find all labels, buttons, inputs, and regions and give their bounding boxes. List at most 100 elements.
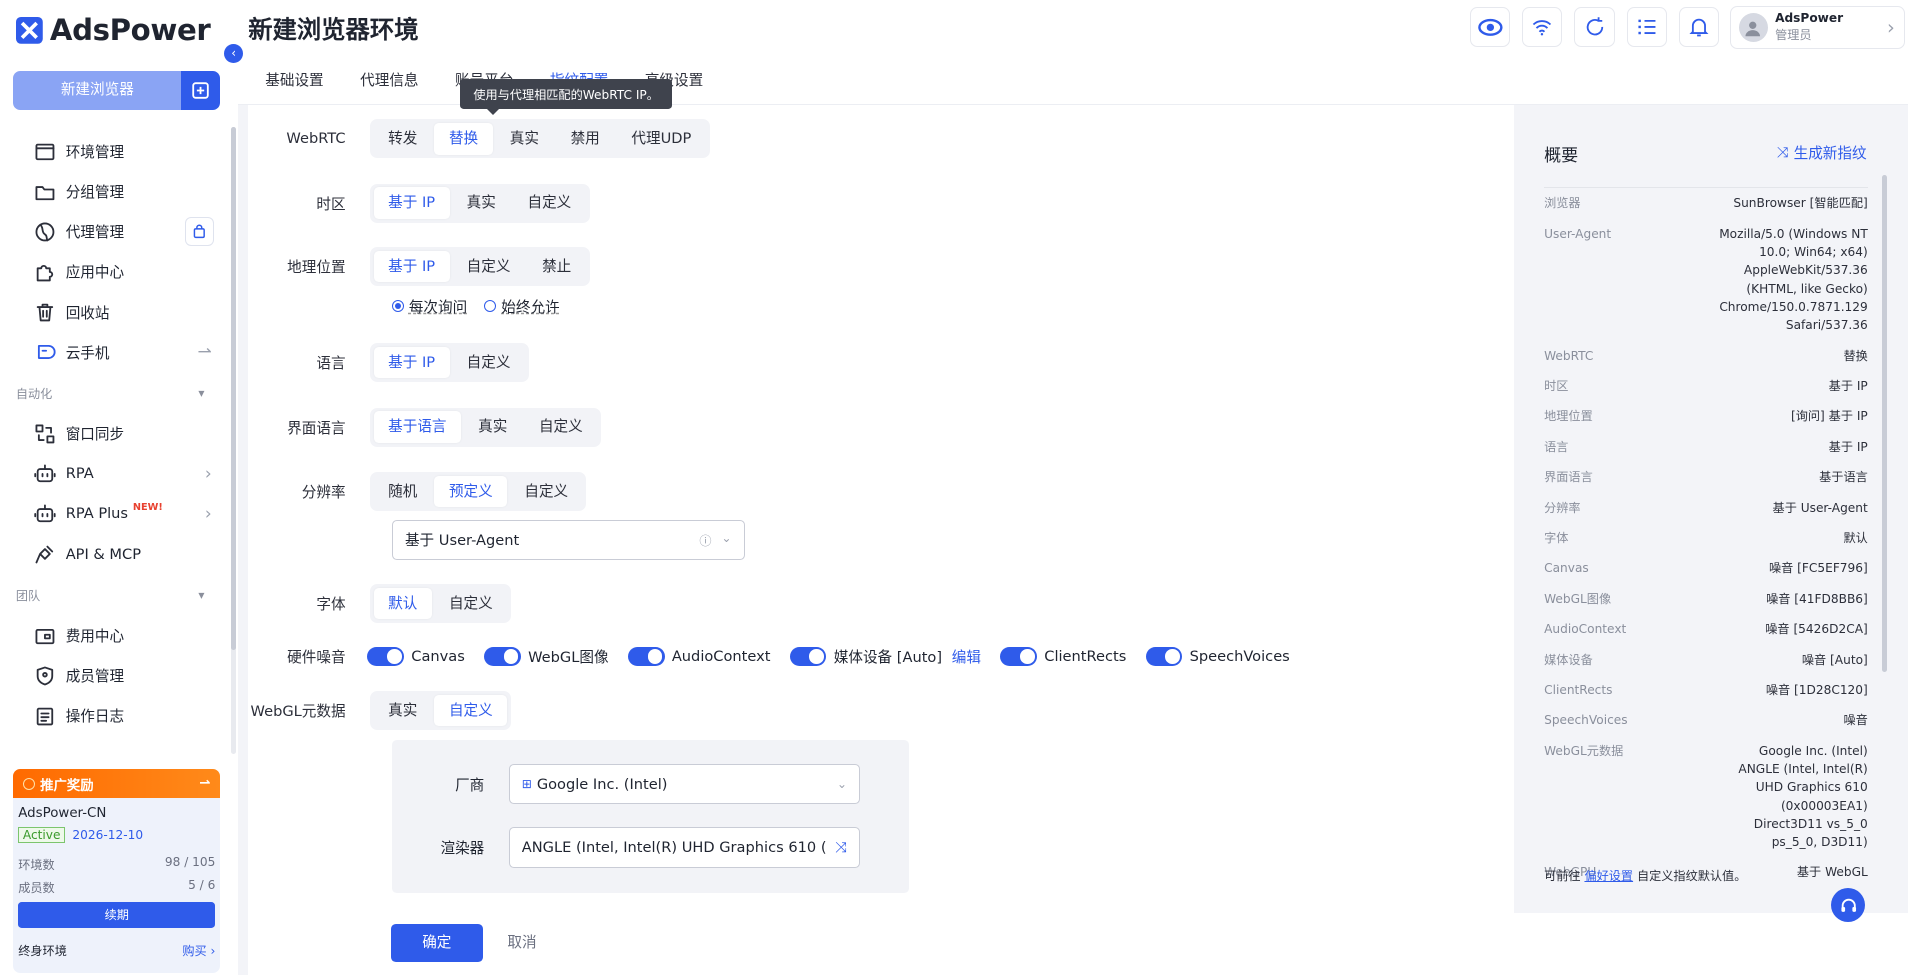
- sidebar-item-apps[interactable]: 应用中心: [0, 252, 229, 292]
- sidebar-item-groups[interactable]: 分组管理: [0, 172, 229, 212]
- buy-link[interactable]: 购买 ›: [182, 941, 215, 959]
- radio-always-allow[interactable]: 始终允许: [484, 296, 560, 317]
- resolution-option[interactable]: 自定义: [510, 476, 583, 508]
- network-button[interactable]: [1522, 7, 1563, 48]
- webgl-meta-option-selected[interactable]: 自定义: [434, 694, 508, 727]
- summary-value: 噪音 [Auto]: [1801, 652, 1868, 667]
- toggle-clientrects[interactable]: ClientRects: [1000, 646, 1126, 667]
- resolution-select[interactable]: 基于 User-Agent ⓘ ⌄: [391, 519, 745, 560]
- summary-row: 界面语言 基于语言: [1544, 462, 1868, 492]
- geo-option-selected[interactable]: 基于 IP: [373, 250, 450, 283]
- geo-option[interactable]: 禁止: [527, 251, 585, 283]
- sidebar-item-label: 代理管理: [65, 224, 125, 242]
- webrtc-option[interactable]: 禁用: [556, 123, 614, 155]
- toggle-switch[interactable]: [628, 646, 665, 667]
- confirm-button[interactable]: 确定: [390, 923, 484, 963]
- sync-button[interactable]: [1574, 7, 1615, 48]
- summary-panel: 概要 ⤨ 生成新指纹 浏览器 SunBrowser [智能匹配] User-Agen…: [1530, 128, 1891, 891]
- toggle-webgl-image[interactable]: WebGL图像: [484, 646, 609, 667]
- summary-value: Google Inc. (Intel) ANGLE (Intel, Intel(…: [1738, 743, 1868, 850]
- edit-media-link[interactable]: 编辑: [952, 646, 981, 667]
- toggle-switch[interactable]: [1145, 646, 1183, 667]
- promo-card: 推广奖励 ⇀ AdsPower-CN Active 2026-12-10 环境数…: [13, 769, 221, 974]
- toggle-speechvoices[interactable]: SpeechVoices: [1145, 646, 1290, 667]
- toggle-media-devices[interactable]: 媒体设备 [Auto] 编辑: [789, 646, 981, 667]
- geo-segmented: 基于 IP 自定义 禁止: [369, 247, 590, 286]
- quick-add-button[interactable]: [181, 70, 221, 110]
- ui-language-option-selected[interactable]: 基于语言: [373, 411, 462, 443]
- summary-value: 噪音 [FC5EF796]: [1769, 561, 1868, 576]
- timezone-option-selected[interactable]: 基于 IP: [373, 187, 450, 219]
- user-menu[interactable]: AdsPower 管理员 ›: [1730, 6, 1906, 49]
- resolution-option[interactable]: 随机: [374, 476, 432, 508]
- generate-fingerprint-button[interactable]: ⤨ 生成新指纹: [1777, 142, 1867, 163]
- cancel-button[interactable]: 取消: [507, 924, 536, 963]
- renderer-input[interactable]: ANGLE (Intel, Intel(R) UHD Graphics 610 …: [508, 827, 861, 868]
- vendor-select[interactable]: ⊞ Google Inc. (Intel) ⌄: [508, 764, 861, 805]
- field-label: WebGL元数据: [250, 703, 346, 721]
- webgl-meta-row: WebGL元数据 真实 自定义: [248, 691, 511, 731]
- ui-language-option[interactable]: 真实: [464, 411, 522, 443]
- new-badge: NEW!: [132, 502, 163, 514]
- sidebar-item-billing[interactable]: 费用中心: [0, 616, 229, 656]
- section-label: 团队: [15, 588, 41, 603]
- webrtc-option[interactable]: 真实: [495, 123, 553, 155]
- sidebar-item-env[interactable]: 环境管理: [0, 131, 229, 171]
- webgl-meta-segmented: 真实 自定义: [369, 691, 511, 731]
- webrtc-segmented: 转发 替换 真实 禁用 代理UDP: [369, 119, 710, 159]
- preferences-link[interactable]: 偏好设置: [1584, 869, 1633, 883]
- sidebar-item-rpa-plus[interactable]: RPA Plus NEW! ›: [0, 494, 229, 534]
- team-section[interactable]: 团队 ▾: [0, 574, 229, 615]
- new-browser-button[interactable]: 新建浏览器: [13, 70, 221, 110]
- promo-header[interactable]: 推广奖励 ⇀: [13, 769, 221, 799]
- sidebar-item-logs[interactable]: 操作日志: [0, 696, 229, 736]
- summary-row: User-Agent Mozilla/5.0 (Windows NT 10.0; …: [1544, 219, 1868, 341]
- proxy-shop-button[interactable]: [184, 217, 215, 247]
- sidebar-item-members[interactable]: 成员管理: [0, 656, 229, 696]
- tab-proxy[interactable]: 代理信息: [333, 68, 418, 104]
- font-option-selected[interactable]: 默认: [373, 587, 432, 620]
- coin-icon: [23, 777, 36, 790]
- webrtc-option[interactable]: 代理UDP: [617, 123, 706, 155]
- robot-icon: [34, 464, 56, 483]
- toggle-switch[interactable]: [367, 646, 404, 667]
- webrtc-option[interactable]: 转发: [374, 123, 432, 155]
- sidebar-item-trash[interactable]: 回收站: [0, 292, 229, 332]
- app-root: AdsPower ‹ 新建浏览器 环境管理 分组管理 代理管理 应用中心 回收站…: [0, 0, 1908, 975]
- shuffle-icon[interactable]: ⤨: [835, 839, 847, 856]
- sidebar-item-rpa[interactable]: RPA ›: [0, 454, 229, 494]
- notifications-button[interactable]: [1679, 7, 1720, 48]
- geo-option[interactable]: 自定义: [452, 251, 525, 283]
- summary-scrollbar[interactable]: [1882, 175, 1888, 672]
- automation-section[interactable]: 自动化 ▾: [0, 372, 229, 413]
- timezone-option[interactable]: 自定义: [513, 187, 586, 219]
- new-browser-label[interactable]: 新建浏览器: [13, 70, 182, 110]
- field-label: 界面语言: [287, 419, 346, 437]
- eye-button[interactable]: [1469, 7, 1511, 48]
- tab-basic[interactable]: 基础设置: [238, 68, 323, 104]
- radio-ask-each-time[interactable]: 每次询问: [391, 296, 467, 317]
- toggle-audiocontext[interactable]: AudioContext: [628, 646, 770, 667]
- resolution-option-selected[interactable]: 预定义: [434, 475, 508, 508]
- sidebar-item-cloud-phone[interactable]: 云手机 ⇀: [0, 332, 229, 372]
- sidebar-item-api[interactable]: API & MCP: [0, 534, 229, 574]
- webrtc-option-selected[interactable]: 替换: [434, 122, 493, 155]
- toggle-label: Canvas: [411, 648, 465, 666]
- language-option-selected[interactable]: 基于 IP: [373, 346, 450, 379]
- toggle-switch[interactable]: [789, 646, 827, 667]
- summary-value: 默认: [1843, 530, 1868, 545]
- renew-button[interactable]: 续期: [18, 901, 216, 929]
- env-count-value: 98 / 105: [164, 854, 216, 869]
- webgl-meta-option[interactable]: 真实: [374, 695, 432, 727]
- toggle-switch[interactable]: [484, 646, 521, 667]
- sidebar-item-proxy[interactable]: 代理管理: [0, 212, 229, 252]
- language-option[interactable]: 自定义: [452, 347, 525, 379]
- tasks-button[interactable]: [1626, 7, 1667, 48]
- toggle-canvas[interactable]: Canvas: [367, 646, 465, 667]
- font-option[interactable]: 自定义: [434, 588, 507, 620]
- timezone-option[interactable]: 真实: [452, 187, 510, 219]
- ui-language-option[interactable]: 自定义: [524, 411, 597, 443]
- toggle-switch[interactable]: [1000, 646, 1037, 667]
- sidebar-scroll-thumb[interactable]: [231, 126, 237, 650]
- sidebar-item-window-sync[interactable]: 窗口同步: [0, 414, 229, 454]
